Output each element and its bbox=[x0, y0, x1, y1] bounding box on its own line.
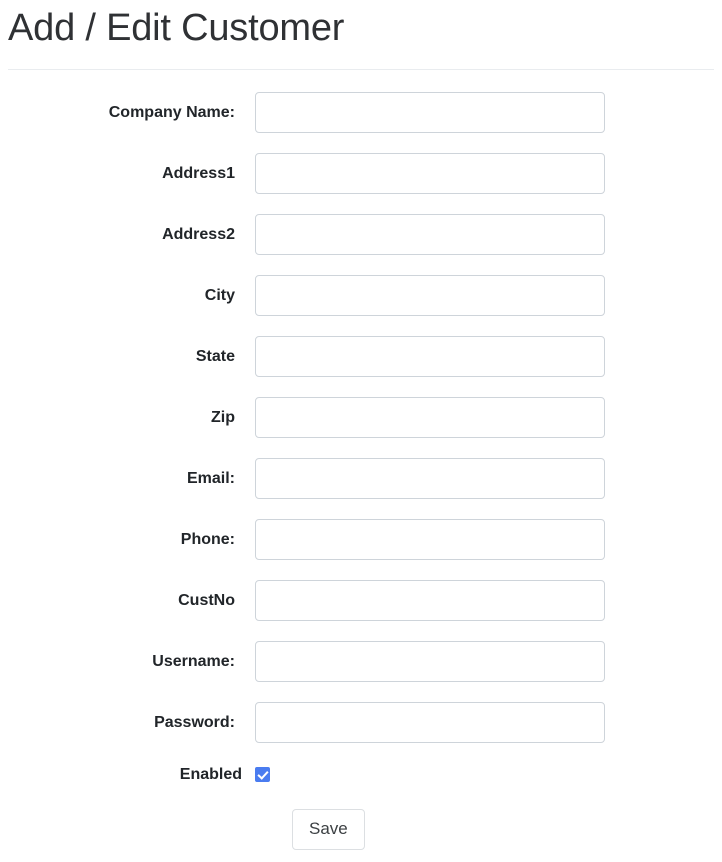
custno-input[interactable] bbox=[255, 579, 605, 621]
button-spacer bbox=[0, 809, 292, 850]
zip-input[interactable] bbox=[255, 396, 605, 438]
label-phone: Phone: bbox=[180, 530, 235, 548]
save-button[interactable]: Save bbox=[292, 808, 365, 850]
form-row-custno: CustNo bbox=[0, 579, 722, 621]
label-custno: CustNo bbox=[178, 591, 235, 609]
form-row-state: State bbox=[0, 335, 722, 377]
form-row-enabled: Enabled bbox=[0, 763, 722, 787]
form-row-phone: Phone: bbox=[0, 518, 722, 560]
label-company-name: Company Name: bbox=[108, 103, 235, 121]
customer-form: Company Name: Address1 Address2 City Sta… bbox=[0, 70, 722, 850]
label-password: Password: bbox=[154, 713, 235, 731]
label-username: Username: bbox=[152, 652, 235, 670]
form-actions: Save bbox=[0, 808, 722, 850]
page-header: Add / Edit Customer bbox=[0, 0, 722, 52]
form-row-address1: Address1 bbox=[0, 152, 722, 194]
password-input[interactable] bbox=[255, 701, 605, 743]
form-row-company-name: Company Name: bbox=[0, 91, 722, 133]
address1-input[interactable] bbox=[255, 152, 605, 194]
label-address2: Address2 bbox=[162, 225, 235, 243]
enabled-checkbox[interactable] bbox=[255, 767, 270, 783]
label-enabled: Enabled bbox=[179, 765, 242, 783]
phone-input[interactable] bbox=[255, 518, 605, 560]
label-email: Email: bbox=[186, 469, 235, 487]
label-city: City bbox=[204, 286, 235, 304]
username-input[interactable] bbox=[255, 640, 605, 682]
company-name-input[interactable] bbox=[255, 91, 605, 133]
form-row-address2: Address2 bbox=[0, 213, 722, 255]
city-input[interactable] bbox=[255, 274, 605, 316]
label-address1: Address1 bbox=[162, 164, 235, 182]
label-zip: Zip bbox=[211, 408, 235, 426]
state-input[interactable] bbox=[255, 335, 605, 377]
form-row-username: Username: bbox=[0, 640, 722, 682]
form-row-city: City bbox=[0, 274, 722, 316]
form-row-email: Email: bbox=[0, 457, 722, 499]
label-state: State bbox=[195, 347, 235, 365]
address2-input[interactable] bbox=[255, 213, 605, 255]
form-row-zip: Zip bbox=[0, 396, 722, 438]
email-input[interactable] bbox=[255, 457, 605, 499]
form-row-password: Password: bbox=[0, 701, 722, 743]
page-title: Add / Edit Customer bbox=[8, 7, 345, 49]
